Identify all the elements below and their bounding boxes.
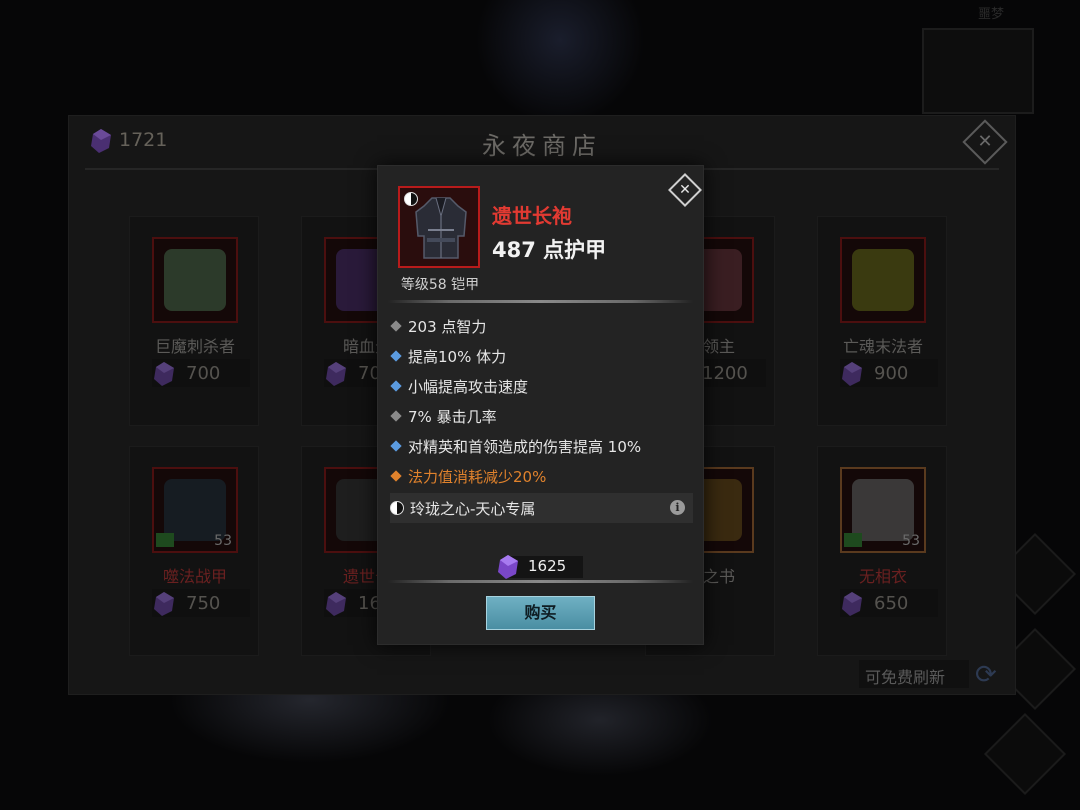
- shop-item-price-box: 650: [840, 589, 938, 617]
- shop-item-price: 700: [186, 363, 221, 384]
- item-level-badge: 53: [214, 533, 232, 549]
- shop-item-name: 巨魔刺杀者: [154, 337, 235, 356]
- item-level-badge: 53: [902, 533, 920, 549]
- item-art: [852, 479, 914, 541]
- refresh-label-box: 可免费刷新: [859, 660, 969, 688]
- diamond-bullet-icon: [390, 470, 402, 482]
- stat-text: 法力值消耗减少20%: [408, 467, 547, 486]
- stat-text: 小幅提高攻击速度: [408, 377, 529, 396]
- diamond-bullet-icon: [390, 380, 402, 392]
- diamond-bullet-icon: [390, 320, 402, 332]
- close-icon: ✕: [977, 131, 993, 152]
- gem-icon: [326, 362, 346, 386]
- shop-item-name: 亡魂末法者: [842, 337, 923, 356]
- shop-item-slot[interactable]: 53 无相衣 650: [817, 446, 947, 656]
- gem-icon: [842, 592, 862, 616]
- item-stats-list: 203 点智力 提高10% 体力 小幅提高攻击速度 7% 暴击几率 对精英和首领…: [390, 311, 693, 523]
- gem-icon: [326, 592, 346, 616]
- item-icon-frame: [152, 237, 238, 323]
- shop-item-price: 900: [874, 363, 909, 384]
- diamond-bullet-icon: [390, 350, 402, 362]
- shop-item-price-box: 700: [152, 359, 250, 387]
- gem-icon: [154, 362, 174, 386]
- diamond-bullet-icon: [390, 440, 402, 452]
- gem-icon: [154, 592, 174, 616]
- shop-item-price-box: 900: [840, 359, 938, 387]
- stat-line: 小幅提高攻击速度: [390, 371, 693, 401]
- item-icon-frame: 53: [840, 467, 926, 553]
- item-tooltip: 等级58 铠甲 遗世长袍 487 点护甲 ✕ 203 点智力 提高10% 体力 …: [377, 165, 704, 645]
- set-bonus-row[interactable]: 玲珑之心-天心专属 i: [390, 493, 693, 523]
- refresh-icon[interactable]: ⟳: [975, 660, 997, 690]
- item-art: [852, 249, 914, 311]
- shop-item-price: 1200: [702, 363, 748, 384]
- shop-header: 1721 永夜商店 ✕: [69, 116, 1015, 170]
- stat-text: 7% 暴击几率: [408, 407, 497, 426]
- item-icon-frame: [398, 186, 480, 268]
- item-name: 遗世长袍: [492, 204, 572, 228]
- robe-icon: [415, 197, 467, 259]
- item-price: 1625: [528, 557, 567, 575]
- stat-line: 提高10% 体力: [390, 341, 693, 371]
- stat-text: 提高10% 体力: [408, 347, 507, 366]
- close-icon: ✕: [679, 182, 691, 198]
- gem-icon: [842, 362, 862, 386]
- gem-icon: [498, 555, 518, 579]
- set-bonus-text: 玲珑之心-天心专属: [410, 499, 536, 518]
- shop-item-slot[interactable]: 53 噬法战甲 750: [129, 446, 259, 656]
- stat-text: 对精英和首领造成的伤害提高 10%: [408, 437, 642, 456]
- hud-top-label: 噩梦: [978, 7, 1005, 22]
- item-armor-value: 487 点护甲: [492, 238, 607, 262]
- item-icon-frame: [840, 237, 926, 323]
- book-icon: [844, 533, 862, 547]
- shop-item-price: 750: [186, 593, 221, 614]
- info-icon[interactable]: i: [670, 500, 685, 515]
- buy-button[interactable]: 购买: [486, 596, 595, 630]
- divider: [388, 580, 693, 583]
- stat-line: 7% 暴击几率: [390, 401, 693, 431]
- item-icon-frame: 53: [152, 467, 238, 553]
- stat-line: 203 点智力: [390, 311, 693, 341]
- tooltip-close-button[interactable]: ✕: [668, 173, 702, 207]
- diamond-bullet-icon: [390, 410, 402, 422]
- item-art: [164, 249, 226, 311]
- shop-item-name: 噬法战甲: [162, 567, 227, 586]
- item-art: [164, 479, 226, 541]
- shop-item-price-box: 750: [152, 589, 250, 617]
- shop-item-price: 650: [874, 593, 909, 614]
- stat-line: 对精英和首领造成的伤害提高 10%: [390, 431, 693, 461]
- shop-item-slot[interactable]: 巨魔刺杀者 700: [129, 216, 259, 426]
- shop-item-slot[interactable]: 亡魂末法者 900: [817, 216, 947, 426]
- stat-line-legendary: 法力值消耗减少20%: [390, 461, 693, 491]
- shop-title: 永夜商店: [482, 132, 602, 160]
- shop-item-name: 无相衣: [858, 567, 907, 586]
- refresh-label: 可免费刷新: [865, 668, 946, 687]
- stat-text: 203 点智力: [408, 317, 487, 336]
- item-level-type: 等级58 铠甲: [400, 277, 480, 293]
- divider: [388, 300, 693, 303]
- minimap[interactable]: [922, 28, 1034, 114]
- yin-yang-icon: [390, 501, 404, 515]
- book-icon: [156, 533, 174, 547]
